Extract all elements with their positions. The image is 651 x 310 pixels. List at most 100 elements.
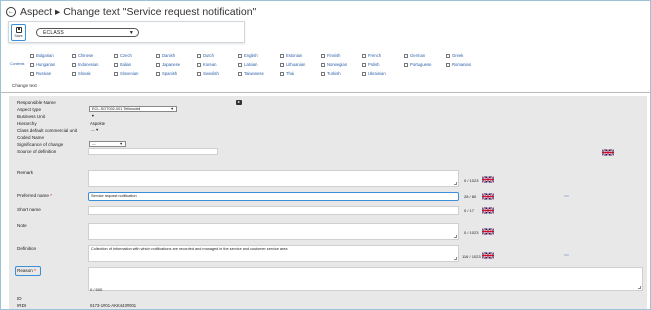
language-option[interactable]: Lithuanian [280, 62, 305, 67]
language-checkbox[interactable] [156, 53, 160, 58]
language-checkbox[interactable] [72, 53, 76, 58]
uk-flag-icon[interactable] [482, 193, 494, 200]
uk-flag-icon[interactable] [482, 207, 494, 214]
short-name-label: Short name [17, 207, 41, 212]
note-field[interactable] [88, 223, 459, 240]
classification-select[interactable]: ECLASS ▼ [36, 28, 139, 37]
language-label: Japanese [162, 62, 181, 67]
language-option[interactable]: Swedish [197, 71, 219, 76]
aspect-type-value: ECL-SGT002-001 Teilmodell [92, 107, 141, 111]
language-checkbox[interactable] [30, 53, 34, 58]
language-option[interactable]: Bulgarian [30, 53, 54, 58]
language-checkbox[interactable] [238, 62, 242, 67]
language-checkbox[interactable] [30, 71, 34, 76]
language-checkbox[interactable] [280, 62, 284, 67]
back-arrow-icon[interactable]: ← [6, 6, 16, 17]
resize-handle-icon[interactable] [454, 235, 457, 238]
language-option[interactable]: Danish [156, 53, 175, 58]
language-label: Ukrainian [368, 71, 386, 76]
language-option[interactable]: Slovenian [114, 71, 138, 76]
language-checkbox[interactable] [321, 71, 325, 76]
language-option[interactable]: Czech [114, 53, 132, 58]
resize-handle-icon[interactable] [454, 257, 457, 260]
class-default-select[interactable]: --- ▼ [89, 127, 101, 133]
language-checkbox[interactable] [72, 62, 76, 67]
language-checkbox[interactable] [238, 53, 242, 58]
language-option[interactable]: English [238, 53, 258, 58]
language-option[interactable]: Latvian [238, 62, 258, 67]
language-option[interactable]: French [362, 53, 381, 58]
language-checkbox[interactable] [321, 53, 325, 58]
significance-select[interactable]: --- ▼ [89, 141, 126, 147]
language-label: German [410, 53, 426, 58]
language-option[interactable]: Hungarian [30, 62, 55, 67]
definition-label: Definition [17, 246, 37, 251]
language-checkbox[interactable] [30, 62, 34, 67]
language-option[interactable]: Slovak [72, 71, 91, 76]
language-option[interactable]: Romanian [446, 62, 471, 67]
resize-handle-icon[interactable] [454, 182, 457, 185]
definition-field[interactable]: Collection of information with which not… [88, 245, 459, 262]
language-checkbox[interactable] [446, 62, 450, 67]
business-unit-select[interactable]: ▼ [89, 113, 98, 119]
language-option[interactable]: Russian [30, 71, 51, 76]
language-option[interactable]: Italian [114, 62, 131, 67]
language-checkbox[interactable] [114, 53, 118, 58]
tab-change-text-label: Change text [12, 83, 37, 88]
language-option[interactable]: Estonian [280, 53, 302, 58]
language-checkbox[interactable] [114, 62, 118, 67]
language-checkbox[interactable] [280, 71, 284, 76]
language-checkbox[interactable] [197, 53, 201, 58]
uk-flag-icon[interactable] [482, 228, 494, 235]
language-option[interactable]: Korean [197, 62, 217, 67]
language-option[interactable]: Taiwanese [238, 71, 264, 76]
language-checkbox[interactable] [362, 71, 366, 76]
language-checkbox[interactable] [446, 53, 450, 58]
language-checkbox[interactable] [197, 71, 201, 76]
language-checkbox[interactable] [280, 53, 284, 58]
language-checkbox[interactable] [156, 71, 160, 76]
language-option[interactable]: Dutch [197, 53, 214, 58]
uk-flag-icon[interactable] [482, 176, 494, 183]
tab-change-text[interactable]: Change text [9, 83, 52, 93]
language-option[interactable]: Turkish [321, 71, 341, 76]
resize-handle-icon[interactable] [638, 286, 641, 289]
reason-field[interactable] [88, 267, 643, 291]
language-option[interactable]: Indonesian [72, 62, 99, 67]
chevron-down-icon: ▼ [119, 142, 123, 146]
language-checkbox[interactable] [404, 53, 408, 58]
language-option[interactable]: Chinese [72, 53, 93, 58]
translation-link-icon[interactable]: ≈≈≈ [564, 253, 569, 257]
language-checkbox[interactable] [321, 62, 325, 67]
language-checkbox[interactable] [238, 71, 242, 76]
language-option[interactable]: Norwegian [321, 62, 347, 67]
language-option[interactable]: Thai [280, 71, 294, 76]
language-option[interactable]: Japanese [156, 62, 180, 67]
language-option[interactable]: Polish [362, 62, 379, 67]
language-option[interactable]: German [404, 53, 425, 58]
chevron-down-icon: ▼ [128, 29, 134, 36]
language-option[interactable]: Ukrainian [362, 71, 386, 76]
note-label: Note [17, 223, 27, 228]
pin-icon[interactable]: ► [236, 100, 242, 105]
remark-field[interactable] [88, 170, 459, 187]
language-option[interactable]: Finnish [321, 53, 341, 58]
language-checkbox[interactable] [362, 53, 366, 58]
language-checkbox[interactable] [72, 71, 76, 76]
language-option[interactable]: Portuguese [404, 62, 431, 67]
language-checkbox[interactable] [362, 62, 366, 67]
language-checkbox[interactable] [404, 62, 408, 67]
save-button[interactable]: Save [11, 24, 26, 41]
uk-flag-icon[interactable] [602, 149, 614, 156]
language-checkbox[interactable] [156, 62, 160, 67]
short-name-field[interactable] [88, 206, 459, 215]
uk-flag-icon[interactable] [482, 252, 494, 259]
language-option[interactable]: Greek [446, 53, 463, 58]
language-checkbox[interactable] [197, 62, 201, 67]
language-checkbox[interactable] [114, 71, 118, 76]
language-option[interactable]: Spanish [156, 71, 177, 76]
preferred-name-field[interactable]: Service request notification [88, 192, 459, 201]
source-field[interactable] [88, 148, 218, 155]
aspect-type-select[interactable]: ECL-SGT002-001 Teilmodell ▼ [89, 106, 177, 112]
translation-link-icon[interactable]: ≈≈≈ [564, 194, 569, 198]
